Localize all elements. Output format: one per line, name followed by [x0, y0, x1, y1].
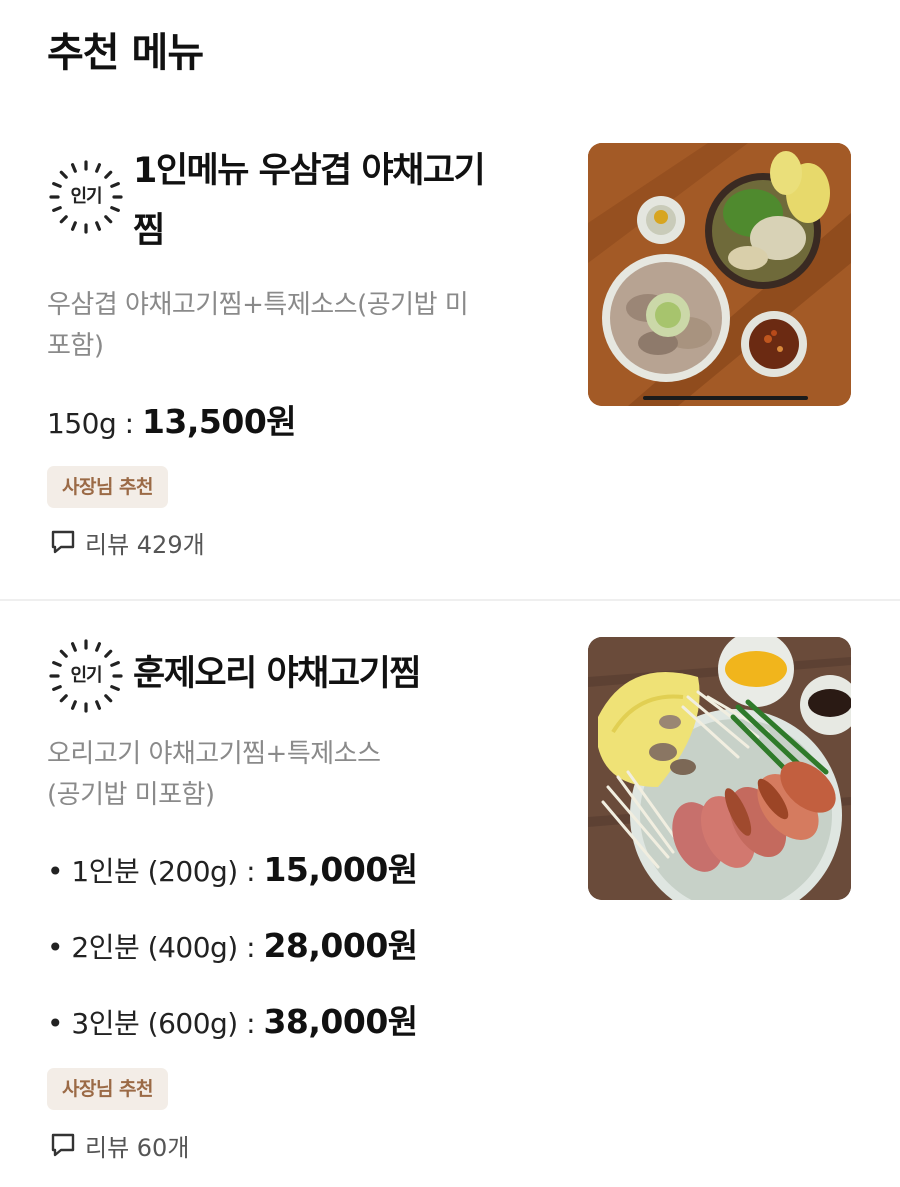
page-title: 추천 메뉴: [47, 30, 204, 76]
menu-description-line1: 우삼겹 야채고기찜+특제소스(공기밥 미: [47, 290, 469, 320]
price-amount: 15,000원: [263, 850, 418, 889]
menu-name-line1: 1인메뉴 우삼겹 야채고기: [133, 151, 486, 191]
menu-card[interactable]: 인기 1인메뉴 우삼겹 야채고기 찜 우삼겹 야채고기찜+특제소스(공기밥 미 …: [0, 120, 900, 600]
menu-card[interactable]: 인기 훈제오리 야채고기찜 오리고기 야채고기찜+특제소스 (공기밥 미포함) …: [0, 601, 900, 1187]
review-label: 리뷰 60개: [85, 1133, 190, 1162]
menu-description-line1: 오리고기 야채고기찜+특제소스: [47, 739, 381, 769]
menu-description: 오리고기 야채고기찜+특제소스 (공기밥 미포함): [47, 734, 562, 816]
price-label: • 1인분 (200g) :: [47, 855, 264, 888]
price-label: • 3인분 (600g) :: [47, 1007, 264, 1040]
price-amount: 38,000원: [263, 1002, 418, 1041]
menu-photo[interactable]: [588, 143, 851, 406]
price-label: 150g :: [47, 407, 142, 440]
popular-badge: 인기: [47, 637, 125, 715]
smoked-duck-vegetable-dish-photo-icon: [588, 637, 851, 900]
review-count[interactable]: 리뷰 429개: [49, 525, 205, 559]
menu-name-line1: 훈제오리 야채고기찜: [133, 654, 422, 694]
speech-bubble-icon: [51, 530, 75, 554]
review-label: 리뷰 429개: [85, 530, 205, 559]
owner-recommend-tag: 사장님 추천: [47, 466, 169, 508]
price-line: 150g : 13,500원: [47, 395, 297, 443]
review-count[interactable]: 리뷰 60개: [49, 1128, 189, 1162]
menu-description-line2: 포함): [47, 331, 104, 361]
price-amount: 13,500원: [141, 402, 297, 441]
price-line: • 1인분 (200g) : 15,000원: [47, 843, 418, 891]
beef-vegetable-steam-dish-photo-icon: [588, 143, 851, 406]
menu-photo[interactable]: [588, 637, 851, 900]
price-line: • 3인분 (600g) : 38,000원: [47, 995, 418, 1043]
price-label: • 2인분 (400g) :: [47, 931, 264, 964]
badge-label: 인기: [70, 186, 102, 207]
menu-name-line2: 찜: [133, 211, 165, 251]
price-line: • 2인분 (400g) : 28,000원: [47, 919, 418, 967]
owner-recommend-tag: 사장님 추천: [47, 1068, 169, 1110]
menu-description: 우삼겹 야채고기찜+특제소스(공기밥 미 포함): [47, 285, 562, 367]
popular-badge: 인기: [47, 158, 125, 236]
menu-description-line2: (공기밥 미포함): [47, 780, 215, 810]
speech-bubble-icon: [51, 1133, 75, 1157]
price-amount: 28,000원: [263, 926, 418, 965]
badge-label: 인기: [70, 665, 102, 686]
